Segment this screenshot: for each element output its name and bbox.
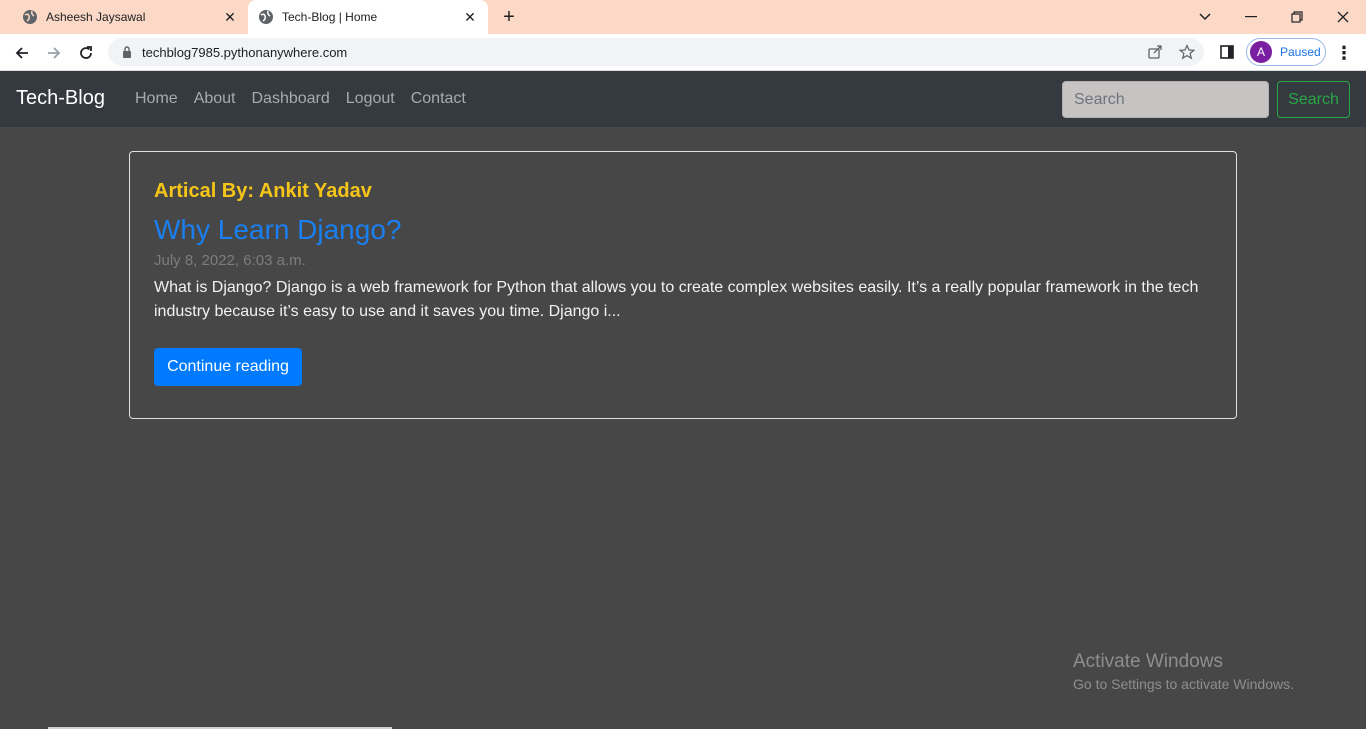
nav-link-home[interactable]: Home [127, 90, 186, 108]
browser-tab[interactable]: Asheesh Jaysawal ✕ [8, 0, 248, 34]
lock-icon[interactable] [120, 46, 134, 58]
globe-icon [258, 9, 274, 25]
tab-title: Asheesh Jaysawal [46, 10, 146, 24]
nav-links: Home About Dashboard Logout Contact [127, 71, 474, 127]
site-brand[interactable]: Tech-Blog [16, 87, 105, 110]
tab-title: Tech-Blog | Home [282, 10, 378, 24]
avatar: A [1250, 41, 1272, 63]
site-navbar: Tech-Blog Home About Dashboard Logout Co… [0, 71, 1366, 127]
reload-icon[interactable] [74, 41, 98, 65]
nav-link-logout[interactable]: Logout [338, 90, 403, 108]
close-tab-icon[interactable]: ✕ [462, 9, 478, 25]
back-arrow-icon[interactable] [10, 41, 34, 65]
minimize-icon[interactable] [1239, 5, 1263, 29]
profile-status: Paused [1280, 45, 1321, 59]
search-button[interactable]: Search [1277, 81, 1350, 118]
more-menu-icon[interactable]: ⋮ [1334, 41, 1354, 65]
nav-link-about[interactable]: About [186, 90, 244, 108]
nav-link-contact[interactable]: Contact [403, 90, 474, 108]
share-icon[interactable] [1143, 38, 1167, 66]
address-bar[interactable]: techblog7985.pythonanywhere.com [108, 38, 1204, 66]
post-card: Artical By: Ankit Yadav Why Learn Django… [129, 151, 1237, 419]
browser-toolbar: techblog7985.pythonanywhere.com A Paused… [0, 34, 1366, 71]
post-date: July 8, 2022, 6:03 a.m. [154, 252, 306, 269]
browser-tab-strip: Asheesh Jaysawal ✕ Tech-Blog | Home ✕ + [0, 0, 1366, 34]
forward-arrow-icon[interactable] [42, 41, 66, 65]
post-author: Artical By: Ankit Yadav [154, 180, 372, 202]
profile-button[interactable]: A Paused [1246, 38, 1326, 66]
bookmark-star-icon[interactable] [1175, 38, 1199, 66]
side-panel-icon[interactable] [1216, 41, 1238, 63]
new-tab-icon[interactable]: + [499, 7, 519, 27]
restore-icon[interactable] [1285, 5, 1309, 29]
activation-watermark-title: Activate Windows [1073, 651, 1223, 672]
globe-icon [22, 9, 38, 25]
close-window-icon[interactable] [1331, 5, 1355, 29]
url-text[interactable]: techblog7985.pythonanywhere.com [142, 45, 347, 60]
nav-link-dashboard[interactable]: Dashboard [244, 90, 338, 108]
close-tab-icon[interactable]: ✕ [222, 9, 238, 25]
search-input[interactable] [1062, 81, 1269, 118]
tab-search-chevron-icon[interactable] [1193, 5, 1217, 29]
activation-watermark-subtitle: Go to Settings to activate Windows. [1073, 676, 1294, 692]
post-title[interactable]: Why Learn Django? [154, 214, 401, 246]
browser-tab-active[interactable]: Tech-Blog | Home ✕ [248, 0, 488, 34]
continue-reading-button[interactable]: Continue reading [154, 348, 302, 386]
post-excerpt: What is Django? Django is a web framewor… [154, 279, 1199, 320]
